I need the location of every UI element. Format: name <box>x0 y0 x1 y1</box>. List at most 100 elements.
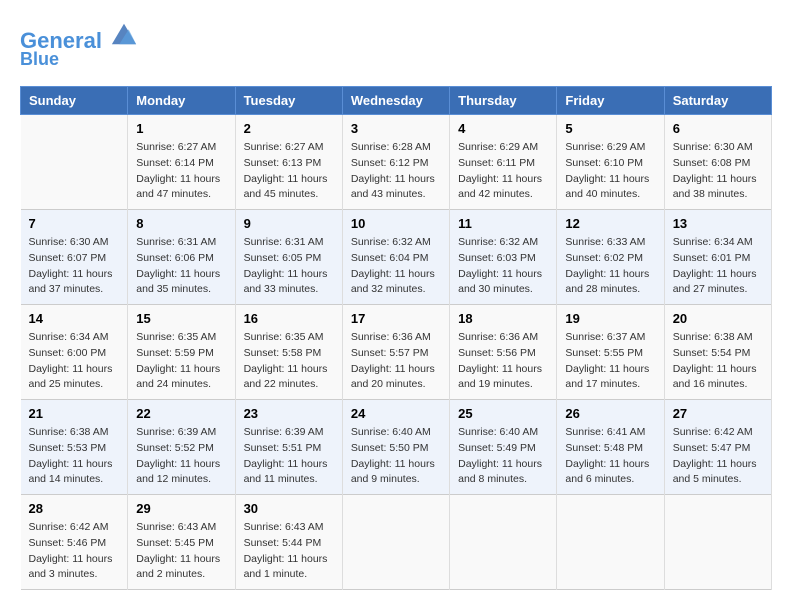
day-info: Sunrise: 6:39 AM Sunset: 5:52 PM Dayligh… <box>136 425 226 488</box>
day-number: 6 <box>673 121 763 136</box>
day-info: Sunrise: 6:43 AM Sunset: 5:44 PM Dayligh… <box>244 520 334 583</box>
calendar-cell: 29 Sunrise: 6:43 AM Sunset: 5:45 PM Dayli… <box>128 495 235 590</box>
day-info: Sunrise: 6:32 AM Sunset: 6:04 PM Dayligh… <box>351 235 441 298</box>
page-header: General Blue <box>20 20 772 70</box>
day-info: Sunrise: 6:33 AM Sunset: 6:02 PM Dayligh… <box>565 235 655 298</box>
day-number: 25 <box>458 406 548 421</box>
day-number: 4 <box>458 121 548 136</box>
weekday-header-monday: Monday <box>128 87 235 115</box>
calendar-cell: 19 Sunrise: 6:37 AM Sunset: 5:55 PM Dayli… <box>557 305 664 400</box>
day-info: Sunrise: 6:38 AM Sunset: 5:53 PM Dayligh… <box>29 425 120 488</box>
day-number: 7 <box>29 216 120 231</box>
calendar-cell <box>342 495 449 590</box>
day-number: 17 <box>351 311 441 326</box>
day-info: Sunrise: 6:42 AM Sunset: 5:46 PM Dayligh… <box>29 520 120 583</box>
day-info: Sunrise: 6:40 AM Sunset: 5:49 PM Dayligh… <box>458 425 548 488</box>
calendar-cell: 25 Sunrise: 6:40 AM Sunset: 5:49 PM Dayli… <box>450 400 557 495</box>
day-info: Sunrise: 6:42 AM Sunset: 5:47 PM Dayligh… <box>673 425 763 488</box>
day-number: 12 <box>565 216 655 231</box>
calendar-cell: 8 Sunrise: 6:31 AM Sunset: 6:06 PM Daylig… <box>128 210 235 305</box>
calendar-cell: 20 Sunrise: 6:38 AM Sunset: 5:54 PM Dayli… <box>664 305 771 400</box>
day-info: Sunrise: 6:41 AM Sunset: 5:48 PM Dayligh… <box>565 425 655 488</box>
calendar-cell <box>664 495 771 590</box>
weekday-header-wednesday: Wednesday <box>342 87 449 115</box>
day-info: Sunrise: 6:36 AM Sunset: 5:56 PM Dayligh… <box>458 330 548 393</box>
weekday-header-thursday: Thursday <box>450 87 557 115</box>
calendar-week-row: 14 Sunrise: 6:34 AM Sunset: 6:00 PM Dayli… <box>21 305 772 400</box>
day-number: 2 <box>244 121 334 136</box>
day-number: 15 <box>136 311 226 326</box>
day-info: Sunrise: 6:39 AM Sunset: 5:51 PM Dayligh… <box>244 425 334 488</box>
day-number: 1 <box>136 121 226 136</box>
day-number: 16 <box>244 311 334 326</box>
day-info: Sunrise: 6:31 AM Sunset: 6:06 PM Dayligh… <box>136 235 226 298</box>
calendar-cell: 12 Sunrise: 6:33 AM Sunset: 6:02 PM Dayli… <box>557 210 664 305</box>
day-info: Sunrise: 6:35 AM Sunset: 5:59 PM Dayligh… <box>136 330 226 393</box>
day-info: Sunrise: 6:30 AM Sunset: 6:07 PM Dayligh… <box>29 235 120 298</box>
calendar-cell: 6 Sunrise: 6:30 AM Sunset: 6:08 PM Daylig… <box>664 115 771 210</box>
day-info: Sunrise: 6:35 AM Sunset: 5:58 PM Dayligh… <box>244 330 334 393</box>
calendar-week-row: 1 Sunrise: 6:27 AM Sunset: 6:14 PM Daylig… <box>21 115 772 210</box>
calendar-cell: 23 Sunrise: 6:39 AM Sunset: 5:51 PM Dayli… <box>235 400 342 495</box>
day-number: 19 <box>565 311 655 326</box>
calendar-cell: 27 Sunrise: 6:42 AM Sunset: 5:47 PM Dayli… <box>664 400 771 495</box>
calendar-cell: 10 Sunrise: 6:32 AM Sunset: 6:04 PM Dayli… <box>342 210 449 305</box>
day-number: 30 <box>244 501 334 516</box>
calendar-cell: 17 Sunrise: 6:36 AM Sunset: 5:57 PM Dayli… <box>342 305 449 400</box>
day-info: Sunrise: 6:29 AM Sunset: 6:11 PM Dayligh… <box>458 140 548 203</box>
day-info: Sunrise: 6:30 AM Sunset: 6:08 PM Dayligh… <box>673 140 763 203</box>
weekday-header-friday: Friday <box>557 87 664 115</box>
calendar-cell: 11 Sunrise: 6:32 AM Sunset: 6:03 PM Dayli… <box>450 210 557 305</box>
day-info: Sunrise: 6:34 AM Sunset: 6:01 PM Dayligh… <box>673 235 763 298</box>
calendar-cell: 21 Sunrise: 6:38 AM Sunset: 5:53 PM Dayli… <box>21 400 128 495</box>
day-number: 22 <box>136 406 226 421</box>
logo: General Blue <box>20 20 138 70</box>
calendar-cell <box>21 115 128 210</box>
day-number: 28 <box>29 501 120 516</box>
calendar-cell: 3 Sunrise: 6:28 AM Sunset: 6:12 PM Daylig… <box>342 115 449 210</box>
day-number: 5 <box>565 121 655 136</box>
day-info: Sunrise: 6:28 AM Sunset: 6:12 PM Dayligh… <box>351 140 441 203</box>
calendar-cell <box>450 495 557 590</box>
day-info: Sunrise: 6:38 AM Sunset: 5:54 PM Dayligh… <box>673 330 763 393</box>
day-number: 3 <box>351 121 441 136</box>
day-info: Sunrise: 6:27 AM Sunset: 6:14 PM Dayligh… <box>136 140 226 203</box>
day-info: Sunrise: 6:40 AM Sunset: 5:50 PM Dayligh… <box>351 425 441 488</box>
day-number: 27 <box>673 406 763 421</box>
calendar-week-row: 21 Sunrise: 6:38 AM Sunset: 5:53 PM Dayli… <box>21 400 772 495</box>
calendar-week-row: 28 Sunrise: 6:42 AM Sunset: 5:46 PM Dayli… <box>21 495 772 590</box>
calendar-cell: 13Sunrise: 6:34 AM Sunset: 6:01 PM Dayli… <box>664 210 771 305</box>
calendar-cell: 2 Sunrise: 6:27 AM Sunset: 6:13 PM Daylig… <box>235 115 342 210</box>
logo-icon <box>110 20 138 48</box>
day-number: 24 <box>351 406 441 421</box>
day-number: 10 <box>351 216 441 231</box>
day-info: Sunrise: 6:27 AM Sunset: 6:13 PM Dayligh… <box>244 140 334 203</box>
calendar-cell: 9Sunrise: 6:31 AM Sunset: 6:05 PM Daylig… <box>235 210 342 305</box>
day-number: 21 <box>29 406 120 421</box>
day-info: Sunrise: 6:43 AM Sunset: 5:45 PM Dayligh… <box>136 520 226 583</box>
calendar-cell: 15 Sunrise: 6:35 AM Sunset: 5:59 PM Dayli… <box>128 305 235 400</box>
calendar-cell: 22 Sunrise: 6:39 AM Sunset: 5:52 PM Dayli… <box>128 400 235 495</box>
day-info: Sunrise: 6:37 AM Sunset: 5:55 PM Dayligh… <box>565 330 655 393</box>
calendar-cell: 5 Sunrise: 6:29 AM Sunset: 6:10 PM Daylig… <box>557 115 664 210</box>
calendar-cell: 30 Sunrise: 6:43 AM Sunset: 5:44 PM Dayli… <box>235 495 342 590</box>
calendar-cell: 14 Sunrise: 6:34 AM Sunset: 6:00 PM Dayli… <box>21 305 128 400</box>
day-number: 11 <box>458 216 548 231</box>
day-number: 14 <box>29 311 120 326</box>
day-number: 23 <box>244 406 334 421</box>
weekday-header-row: SundayMondayTuesdayWednesdayThursdayFrid… <box>21 87 772 115</box>
calendar-cell: 28 Sunrise: 6:42 AM Sunset: 5:46 PM Dayli… <box>21 495 128 590</box>
day-info: Sunrise: 6:36 AM Sunset: 5:57 PM Dayligh… <box>351 330 441 393</box>
calendar-cell: 7 Sunrise: 6:30 AM Sunset: 6:07 PM Daylig… <box>21 210 128 305</box>
day-number: 29 <box>136 501 226 516</box>
day-info: Sunrise: 6:31 AM Sunset: 6:05 PM Dayligh… <box>244 235 334 298</box>
calendar-cell: 24 Sunrise: 6:40 AM Sunset: 5:50 PM Dayli… <box>342 400 449 495</box>
weekday-header-saturday: Saturday <box>664 87 771 115</box>
day-info: Sunrise: 6:34 AM Sunset: 6:00 PM Dayligh… <box>29 330 120 393</box>
day-info: Sunrise: 6:29 AM Sunset: 6:10 PM Dayligh… <box>565 140 655 203</box>
day-number: 26 <box>565 406 655 421</box>
day-number: 8 <box>136 216 226 231</box>
day-info: Sunrise: 6:32 AM Sunset: 6:03 PM Dayligh… <box>458 235 548 298</box>
day-number: 20 <box>673 311 763 326</box>
calendar-cell: 4 Sunrise: 6:29 AM Sunset: 6:11 PM Daylig… <box>450 115 557 210</box>
